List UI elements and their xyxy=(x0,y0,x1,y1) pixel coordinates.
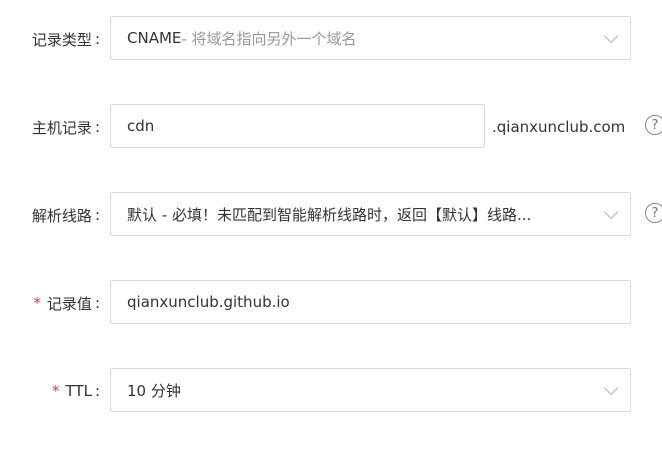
host-record-label-text: 主机记录 xyxy=(31,118,92,137)
record-type-select[interactable]: CNAME - 将域名指向另外一个域名 xyxy=(110,16,631,60)
chevron-down-icon xyxy=(603,204,619,220)
record-type-label-text: 记录类型 xyxy=(31,30,92,49)
ttl-label: * TTL: xyxy=(52,382,100,400)
record-type-row: 记录类型: CNAME - 将域名指向另外一个域名 xyxy=(0,16,662,62)
required-mark: * xyxy=(52,382,60,400)
help-icon[interactable]: ? xyxy=(645,115,662,135)
record-value-value: qianxunclub.github.io xyxy=(127,293,290,311)
ttl-row: * TTL: 10 分钟 xyxy=(0,368,662,414)
resolve-line-value: 默认 - 必填！未匹配到智能解析线路时，返回【默认】线路... xyxy=(127,205,532,224)
chevron-down-icon xyxy=(603,380,619,396)
record-value-label: * 记录值: xyxy=(33,294,100,313)
host-record-row: 主机记录: cdn .qianxunclub.com ? xyxy=(0,104,662,150)
domain-suffix: .qianxunclub.com xyxy=(492,118,626,136)
required-mark: * xyxy=(33,294,41,312)
host-record-input[interactable]: cdn xyxy=(110,104,485,148)
chevron-down-icon xyxy=(603,28,619,44)
record-value-label-text: 记录值 xyxy=(46,294,92,313)
record-value-input[interactable]: qianxunclub.github.io xyxy=(110,280,631,324)
record-type-label: 记录类型: xyxy=(31,30,100,49)
resolve-line-label: 解析线路: xyxy=(31,206,100,225)
resolve-line-row: 解析线路: 默认 - 必填！未匹配到智能解析线路时，返回【默认】线路... ? xyxy=(0,192,662,238)
resolve-line-label-text: 解析线路 xyxy=(31,206,92,225)
resolve-line-select[interactable]: 默认 - 必填！未匹配到智能解析线路时，返回【默认】线路... xyxy=(110,192,631,236)
host-record-value: cdn xyxy=(127,117,155,135)
ttl-select[interactable]: 10 分钟 xyxy=(110,368,631,412)
record-type-value: CNAME xyxy=(127,29,182,47)
help-icon[interactable]: ? xyxy=(645,203,662,223)
host-record-label: 主机记录: xyxy=(31,118,100,137)
record-type-hint: - 将域名指向另外一个域名 xyxy=(181,29,357,48)
record-value-row: * 记录值: qianxunclub.github.io xyxy=(0,280,662,326)
ttl-label-text: TTL xyxy=(65,382,92,400)
ttl-value: 10 分钟 xyxy=(127,381,181,400)
